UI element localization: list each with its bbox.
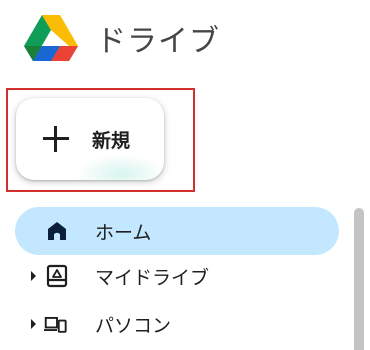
- drive-sidebar: ドライブ 新規 ホーム マイドライブ パソコン: [0, 0, 370, 350]
- new-button[interactable]: 新規: [16, 98, 164, 180]
- sidebar-scrollbar[interactable]: [354, 208, 364, 350]
- nav-item-label: マイドライブ: [95, 266, 210, 289]
- expand-arrow-icon[interactable]: [31, 271, 36, 281]
- nav-item-my-drive[interactable]: マイドライブ: [15, 252, 339, 300]
- nav-item-label: パソコン: [95, 314, 172, 337]
- google-drive-logo-icon[interactable]: [24, 13, 78, 63]
- new-button-label: 新規: [92, 129, 131, 152]
- app-header: ドライブ: [24, 12, 220, 64]
- my-drive-icon: [46, 264, 68, 288]
- plus-icon: [42, 125, 70, 153]
- expand-arrow-icon[interactable]: [31, 319, 36, 329]
- home-icon: [48, 222, 66, 240]
- computers-icon: [44, 316, 67, 333]
- app-title: ドライブ: [96, 24, 220, 59]
- button-glow: [76, 154, 164, 180]
- nav-item-computers[interactable]: パソコン: [15, 300, 339, 348]
- nav-item-label: ホーム: [95, 221, 152, 244]
- nav-item-home[interactable]: ホーム: [15, 207, 339, 255]
